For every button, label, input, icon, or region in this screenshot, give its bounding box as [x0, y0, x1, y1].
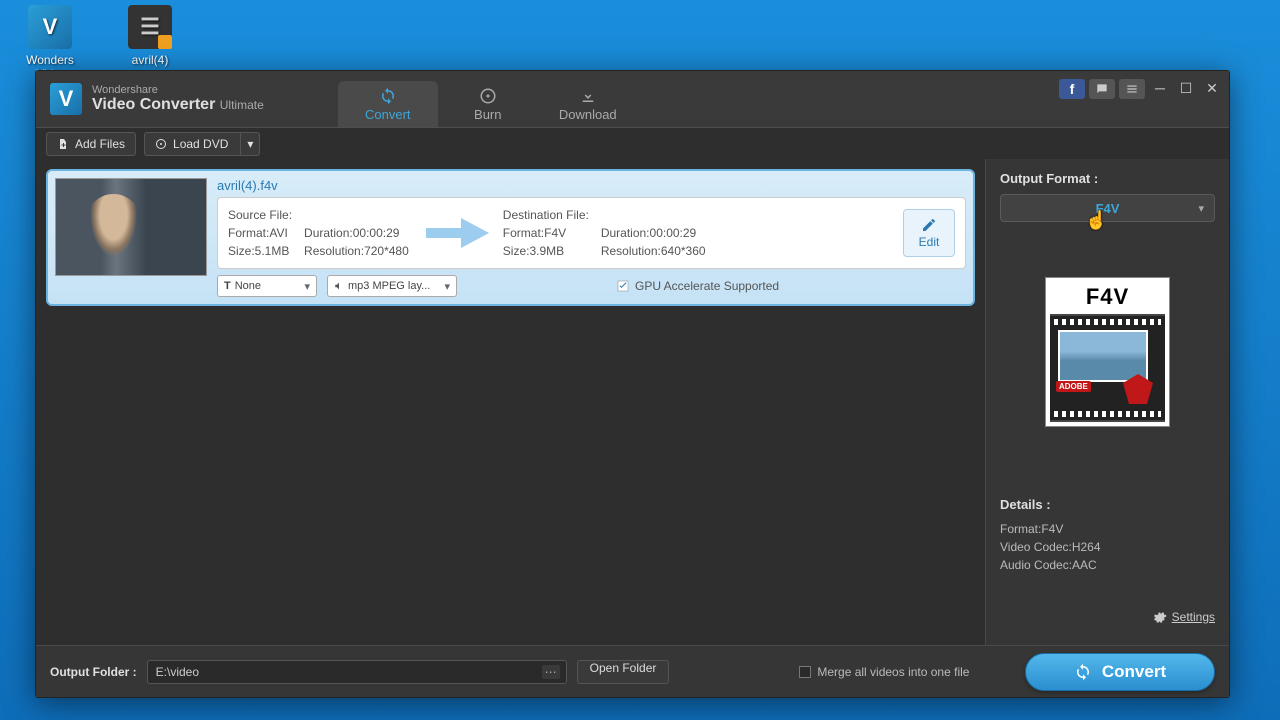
output-folder-input[interactable]: E:\video — [147, 660, 567, 684]
disc-small-icon — [155, 138, 167, 150]
open-folder-button[interactable]: Open Folder — [577, 660, 670, 684]
app-title: Wondershare Video Converter Ultimate — [92, 84, 264, 114]
app-logo: V Wondershare Video Converter Ultimate — [36, 71, 278, 127]
facebook-button[interactable]: f — [1059, 79, 1085, 99]
file-plus-icon — [57, 138, 69, 150]
dest-file-info: Destination File: Format:F4V Size:3.9MB — [503, 206, 589, 260]
format-preview-label: F4V — [1050, 282, 1165, 312]
refresh-icon — [379, 87, 397, 105]
detail-video-codec: Video Codec:H264 — [1000, 540, 1215, 554]
title-bar: V Wondershare Video Converter Ultimate C… — [36, 71, 1229, 127]
app-window: V Wondershare Video Converter Ultimate C… — [35, 70, 1230, 698]
toolbar: Add Files Load DVD ▾ — [36, 127, 1229, 159]
arrow-icon — [421, 215, 491, 251]
load-dvd-button[interactable]: Load DVD ▾ — [144, 132, 260, 156]
file-item[interactable]: avril(4).f4v Source File: Format:AVI Siz… — [46, 169, 975, 306]
menu-button[interactable] — [1119, 79, 1145, 99]
format-preview: F4V ADOBE — [1045, 277, 1170, 427]
speaker-icon — [334, 281, 344, 291]
convert-button[interactable]: Convert — [1025, 653, 1215, 691]
checkbox-unchecked-icon — [799, 666, 811, 678]
chevron-down-icon[interactable]: ▾ — [240, 133, 259, 155]
main-area: avril(4).f4v Source File: Format:AVI Siz… — [36, 159, 1229, 645]
gear-icon — [1153, 610, 1167, 624]
shortcut-label: avril(4) — [132, 53, 169, 67]
tab-burn[interactable]: Burn — [438, 81, 538, 127]
maximize-button[interactable]: ☐ — [1175, 79, 1197, 97]
dest-file-info-2: Duration:00:00:29 Resolution:640*360 — [601, 206, 706, 260]
source-file-info-2: Duration:00:00:29 Resolution:720*480 — [304, 206, 409, 260]
footer: Output Folder : E:\video Open Folder Mer… — [36, 645, 1229, 697]
format-details: Details : Format:F4V Video Codec:H264 Au… — [1000, 497, 1215, 576]
tab-convert[interactable]: Convert — [338, 81, 438, 127]
source-file-info: Source File: Format:AVI Size:5.1MB — [228, 206, 292, 260]
logo-icon: V — [50, 83, 82, 115]
chat-icon — [1095, 82, 1109, 96]
download-icon — [579, 87, 597, 105]
file-details-box: Source File: Format:AVI Size:5.1MB Durat… — [217, 197, 966, 269]
settings-link[interactable]: Settings — [1000, 610, 1215, 624]
feedback-button[interactable] — [1089, 79, 1115, 99]
output-format-label: Output Format : — [1000, 171, 1215, 186]
refresh-icon — [1074, 663, 1092, 681]
disc-icon — [479, 87, 497, 105]
file-name: avril(4).f4v — [217, 178, 966, 193]
subtitle-select[interactable]: TNone — [217, 275, 317, 297]
output-format-select[interactable]: F4V ☝ — [1000, 194, 1215, 222]
video-thumbnail[interactable] — [55, 178, 207, 276]
detail-audio-codec: Audio Codec:AAC — [1000, 558, 1215, 572]
checkbox-checked-icon — [617, 280, 629, 292]
app-shortcut-icon: V — [28, 5, 72, 49]
edit-button[interactable]: Edit — [903, 209, 955, 257]
output-folder-label: Output Folder : — [50, 665, 137, 679]
file-list-panel: avril(4).f4v Source File: Format:AVI Siz… — [36, 159, 985, 645]
add-files-button[interactable]: Add Files — [46, 132, 136, 156]
gpu-accelerate-checkbox[interactable]: GPU Accelerate Supported — [617, 279, 779, 293]
main-tabs: Convert Burn Download — [338, 71, 638, 127]
audio-track-select[interactable]: mp3 MPEG lay... — [327, 275, 457, 297]
close-button[interactable]: ✕ — [1201, 79, 1223, 97]
output-panel: Output Format : F4V ☝ F4V ADOBE Details … — [985, 159, 1229, 645]
minimize-button[interactable]: ─ — [1149, 79, 1171, 97]
tab-download[interactable]: Download — [538, 81, 638, 127]
window-controls: f ─ ☐ ✕ — [1059, 79, 1223, 99]
format-preview-image: ADOBE — [1050, 314, 1165, 422]
file-info: avril(4).f4v Source File: Format:AVI Siz… — [217, 178, 966, 297]
list-icon — [1125, 82, 1139, 96]
merge-checkbox[interactable]: Merge all videos into one file — [799, 665, 969, 679]
file-options-row: TNone mp3 MPEG lay... GPU Accelerate Sup… — [217, 275, 966, 297]
pencil-icon — [921, 217, 937, 233]
video-file-icon: ☰ — [128, 5, 172, 49]
detail-format: Format:F4V — [1000, 522, 1215, 536]
details-label: Details : — [1000, 497, 1215, 512]
